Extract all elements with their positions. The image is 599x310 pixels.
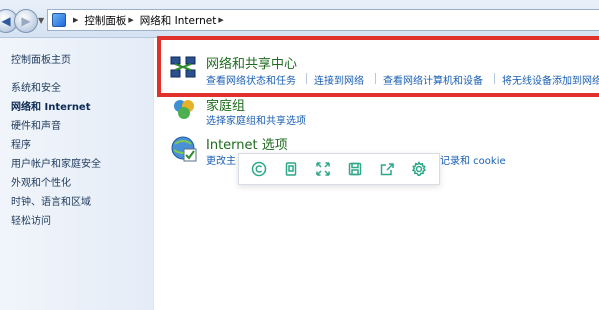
share-button[interactable] — [377, 159, 397, 179]
forward-arrow-icon: ▶ — [21, 14, 31, 28]
sidebar-home-link[interactable]: 控制面板主页 — [11, 51, 71, 66]
page-button[interactable] — [281, 159, 301, 179]
address-bar: ◀ ▶ ▼ ▶ 控制面板 ▶ 网络和 Internet ▶ — [0, 0, 599, 38]
breadcrumb-separator-icon[interactable]: ▶ — [73, 16, 78, 24]
internet-options-icon — [171, 136, 197, 162]
sidebar-item-ease-of-access[interactable]: 轻松访问 — [11, 212, 51, 227]
floating-toolbar — [238, 153, 440, 185]
page-icon — [285, 162, 297, 176]
breadcrumb-control-panel[interactable]: 控制面板 — [84, 13, 126, 28]
homegroup-options-link[interactable]: 选择家庭组和共享选项 — [206, 112, 306, 127]
sidebar-item-system-security[interactable]: 系统和安全 — [11, 79, 61, 94]
sidebar-item-network-internet[interactable]: 网络和 Internet — [11, 98, 91, 113]
settings-icon — [411, 161, 427, 177]
breadcrumb[interactable]: ▶ 控制面板 ▶ 网络和 Internet ▶ — [47, 9, 599, 31]
back-arrow-icon: ◀ — [1, 14, 11, 28]
expand-icon — [316, 162, 330, 176]
save-icon — [348, 162, 362, 176]
breadcrumb-separator-icon[interactable]: ▶ — [128, 16, 133, 24]
browsing-history-link[interactable]: 记录和 cookie — [440, 152, 506, 167]
sidebar-item-hardware-sound[interactable]: 硬件和声音 — [11, 117, 61, 132]
sidebar-item-programs[interactable]: 程序 — [11, 136, 31, 151]
internet-options-title[interactable]: Internet 选项 — [206, 134, 288, 153]
breadcrumb-separator-icon[interactable]: ▶ — [218, 16, 223, 24]
breadcrumb-network-internet[interactable]: 网络和 Internet — [140, 13, 217, 28]
control-panel-icon — [52, 13, 66, 27]
save-button[interactable] — [345, 159, 365, 179]
control-panel-window: ◀ ▶ ▼ ▶ 控制面板 ▶ 网络和 Internet ▶ 控制面板主页 系统和… — [0, 0, 599, 310]
sidebar: 控制面板主页 系统和安全 网络和 Internet 硬件和声音 程序 用户帐户和… — [0, 38, 154, 310]
change-homepage-link[interactable]: 更改主 — [206, 152, 236, 167]
highlight-box — [157, 36, 599, 97]
sidebar-item-clock-language[interactable]: 时钟、语言和区域 — [11, 193, 91, 208]
sidebar-item-appearance[interactable]: 外观和个性化 — [11, 174, 71, 189]
copyright-icon — [251, 161, 267, 177]
history-dropdown-icon[interactable]: ▼ — [38, 16, 44, 25]
sidebar-item-user-accounts[interactable]: 用户帐户和家庭安全 — [11, 155, 101, 170]
settings-button[interactable] — [409, 159, 429, 179]
share-icon — [380, 163, 394, 176]
forward-button[interactable]: ▶ — [14, 9, 38, 33]
copyright-button[interactable] — [249, 159, 269, 179]
homegroup-icon — [174, 100, 194, 119]
expand-button[interactable] — [313, 159, 333, 179]
